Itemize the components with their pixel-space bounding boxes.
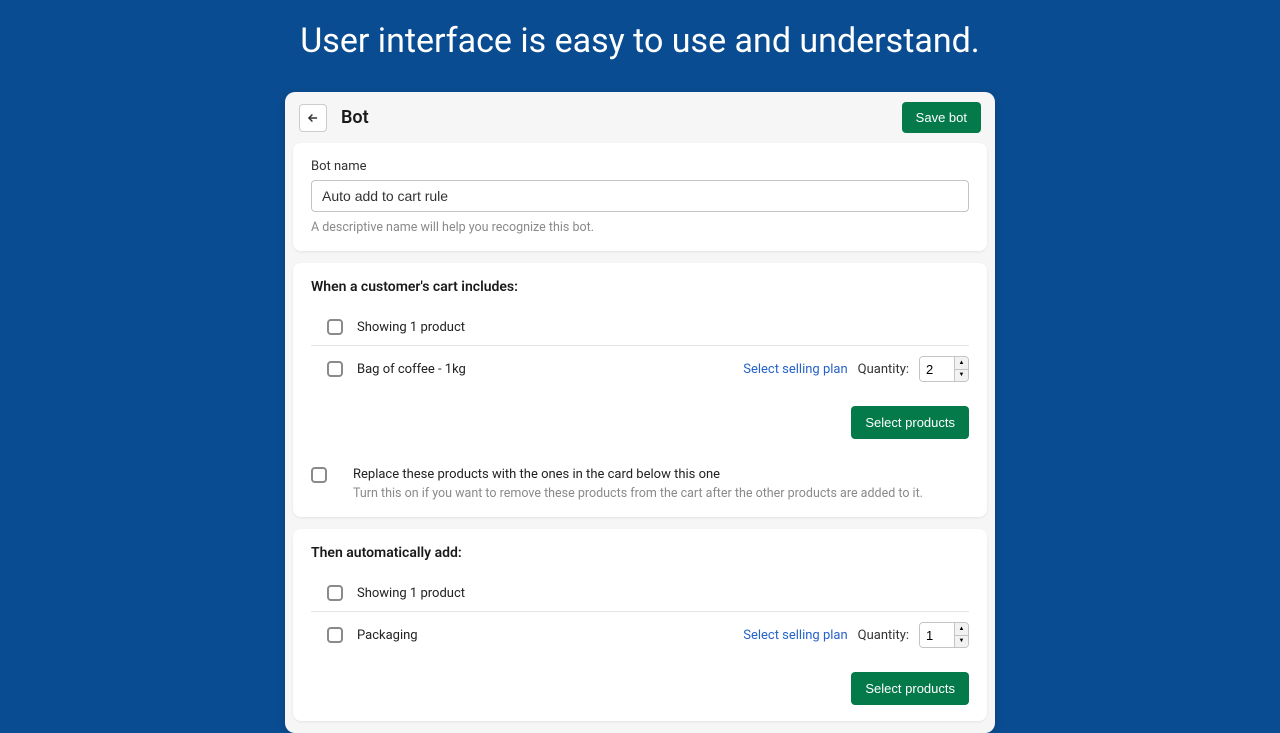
triggers-panel: When a customer's cart includes: Showing…: [293, 263, 987, 517]
select-products-button[interactable]: Select products: [851, 406, 969, 439]
triggers-summary: Showing 1 product: [357, 320, 969, 335]
main-card: Bot Save bot Bot name A descriptive name…: [285, 92, 995, 733]
quantity-stepper: ▲ ▼: [919, 622, 969, 648]
back-button[interactable]: [299, 104, 327, 132]
action-product-row: Packaging Select selling plan Quantity: …: [311, 611, 969, 658]
select-selling-plan-link[interactable]: Select selling plan: [743, 362, 847, 377]
triggers-heading: When a customer's cart includes:: [311, 279, 969, 295]
save-button[interactable]: Save bot: [902, 102, 981, 133]
product-checkbox[interactable]: [327, 627, 343, 643]
select-products-button[interactable]: Select products: [851, 672, 969, 705]
triggers-summary-row: Showing 1 product: [311, 309, 969, 345]
quantity-up-button[interactable]: ▲: [955, 623, 968, 636]
trigger-product-row: Bag of coffee - 1kg Select selling plan …: [311, 345, 969, 392]
quantity-input[interactable]: [920, 623, 954, 647]
replace-option-row: Replace these products with the ones in …: [311, 463, 969, 501]
quantity-input[interactable]: [920, 357, 954, 381]
actions-heading: Then automatically add:: [311, 545, 969, 561]
bot-name-input[interactable]: [311, 180, 969, 212]
bot-name-label: Bot name: [311, 159, 969, 174]
quantity-label: Quantity:: [858, 362, 909, 377]
actions-summary-row: Showing 1 product: [311, 575, 969, 611]
select-all-checkbox[interactable]: [327, 585, 343, 601]
quantity-down-button[interactable]: ▼: [955, 370, 968, 382]
select-all-checkbox[interactable]: [327, 319, 343, 335]
bot-name-help: A descriptive name will help you recogni…: [311, 220, 969, 235]
replace-help: Turn this on if you want to remove these…: [353, 486, 969, 501]
quantity-label: Quantity:: [858, 628, 909, 643]
replace-label: Replace these products with the ones in …: [353, 467, 969, 482]
hero-text: User interface is easy to use and unders…: [300, 21, 980, 61]
product-checkbox[interactable]: [327, 361, 343, 377]
select-selling-plan-link[interactable]: Select selling plan: [743, 628, 847, 643]
page-header: Bot Save bot: [285, 92, 995, 143]
actions-summary: Showing 1 product: [357, 586, 969, 601]
product-name: Bag of coffee - 1kg: [357, 362, 743, 377]
arrow-left-icon: [306, 111, 320, 125]
actions-panel: Then automatically add: Showing 1 produc…: [293, 529, 987, 721]
page-title: Bot: [341, 107, 369, 128]
quantity-up-button[interactable]: ▲: [955, 357, 968, 370]
quantity-down-button[interactable]: ▼: [955, 636, 968, 648]
product-name: Packaging: [357, 628, 743, 643]
quantity-stepper: ▲ ▼: [919, 356, 969, 382]
hero-banner: User interface is easy to use and unders…: [0, 0, 1280, 82]
bot-name-panel: Bot name A descriptive name will help yo…: [293, 143, 987, 251]
replace-checkbox[interactable]: [311, 467, 327, 483]
